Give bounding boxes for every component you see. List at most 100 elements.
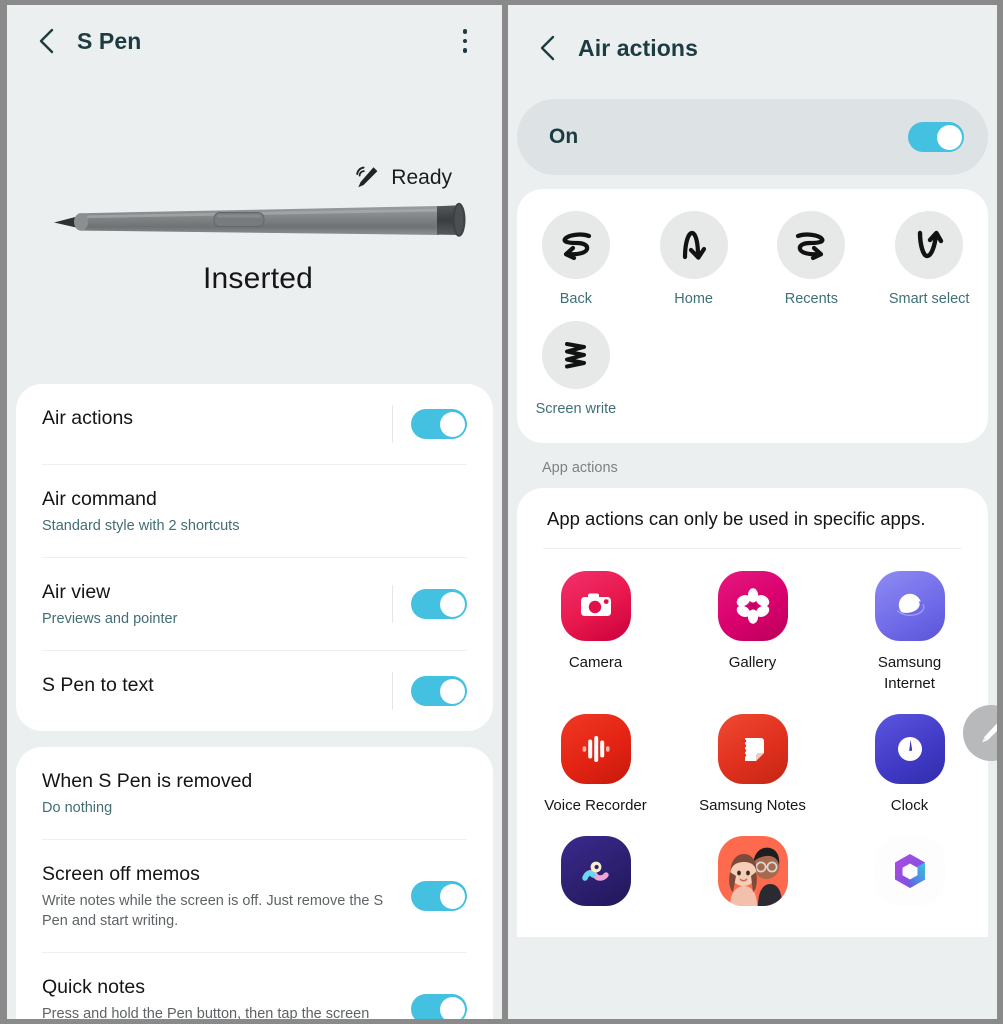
air-actions-toggle[interactable] bbox=[411, 409, 467, 439]
app-icon-wrap bbox=[560, 836, 631, 906]
app-label: Clock bbox=[890, 797, 929, 814]
row-subtitle: Previews and pointer bbox=[42, 611, 178, 627]
gesture-icon-wrap bbox=[541, 211, 610, 279]
app-icon-wrap bbox=[874, 571, 945, 641]
s-pen-ready-status: Ready bbox=[352, 163, 452, 193]
more-vertical-icon-dot bbox=[462, 48, 468, 53]
gesture-arrow-right-icon bbox=[796, 232, 825, 261]
app-item-gallery[interactable]: Gallery bbox=[674, 571, 831, 714]
waveform-glyph bbox=[582, 736, 610, 762]
row-title: Air actions bbox=[42, 407, 134, 429]
grid-empty-cell bbox=[870, 321, 988, 431]
gesture-item-recents[interactable]: Recents bbox=[753, 211, 871, 321]
samsung-notes-app-icon bbox=[717, 714, 788, 784]
row-text: Air actions bbox=[42, 405, 392, 431]
internet-globe-app-icon bbox=[874, 571, 945, 641]
row-title: Screen off memos bbox=[42, 863, 200, 885]
gesture-item-back[interactable]: Back bbox=[517, 211, 635, 321]
grid-empty-cell bbox=[753, 321, 871, 431]
gesture-icon-wrap bbox=[659, 211, 728, 279]
s-pen-illustration bbox=[7, 192, 502, 252]
clock-app-icon bbox=[874, 714, 945, 784]
row-subtitle: Standard style with 2 shortcuts bbox=[42, 518, 240, 534]
gesture-icon-wrap bbox=[777, 211, 846, 279]
app-item-microsoft-office[interactable] bbox=[831, 836, 988, 937]
gesture-item-screen-write[interactable]: Screen write bbox=[517, 321, 635, 431]
gesture-arrow-left-icon bbox=[562, 232, 591, 261]
row-text: S Pen to text bbox=[42, 672, 392, 698]
setting-row-when-s-pen-removed[interactable]: When S Pen is removed Do nothing bbox=[42, 747, 467, 839]
back-button[interactable] bbox=[29, 24, 63, 58]
gesture-label: Recents bbox=[784, 291, 838, 307]
air-view-toggle[interactable] bbox=[411, 589, 467, 619]
gesture-icon-wrap bbox=[541, 321, 610, 389]
app-item-camera[interactable]: Camera bbox=[517, 571, 674, 714]
gesture-actions-card: Back Home Recents Smart select Screen wr… bbox=[517, 189, 988, 443]
card-gap bbox=[7, 731, 502, 747]
setting-row-air-command[interactable]: Air command Standard style with 2 shortc… bbox=[42, 464, 467, 557]
app-item-ar-doodle[interactable] bbox=[517, 836, 674, 937]
app-icon-wrap bbox=[717, 571, 788, 641]
app-icon-wrap bbox=[874, 836, 945, 906]
doodle-squiggle-glyph bbox=[581, 861, 609, 881]
app-label: Gallery bbox=[728, 654, 777, 671]
row-title: Air view bbox=[42, 581, 111, 603]
left-panel-s-pen-settings: S Pen Ready Inserted Air actions Air com… bbox=[0, 0, 502, 1024]
setting-row-screen-off-memos[interactable]: Screen off memos Write notes while the s… bbox=[42, 839, 467, 952]
gesture-label: Back bbox=[559, 291, 592, 307]
section-label-app-actions: App actions bbox=[508, 443, 997, 488]
setting-row-s-pen-to-text[interactable]: S Pen to text bbox=[42, 650, 467, 731]
quick-notes-toggle[interactable] bbox=[411, 994, 467, 1019]
voice-recorder-app-icon bbox=[560, 714, 631, 784]
row-title: When S Pen is removed bbox=[42, 770, 253, 792]
row-divider bbox=[392, 405, 393, 443]
gesture-item-smart-select[interactable]: Smart select bbox=[870, 211, 988, 321]
master-switch-label: On bbox=[549, 125, 579, 148]
row-text: Screen off memos Write notes while the s… bbox=[42, 861, 411, 931]
row-control bbox=[411, 994, 467, 1019]
chevron-left-icon bbox=[39, 28, 54, 54]
row-divider bbox=[392, 672, 393, 710]
gesture-arrow-up-down-icon bbox=[682, 230, 706, 260]
row-text: Air command Standard style with 2 shortc… bbox=[42, 486, 467, 536]
screen-off-memos-toggle[interactable] bbox=[411, 881, 467, 911]
row-control bbox=[411, 881, 467, 911]
app-item-samsung-internet[interactable]: Samsung Internet bbox=[831, 571, 988, 714]
row-subtitle: Write notes while the screen is off. Jus… bbox=[42, 893, 384, 929]
app-actions-card: App actions can only be used in specific… bbox=[517, 488, 988, 937]
gesture-item-home[interactable]: Home bbox=[635, 211, 753, 321]
more-options-button[interactable] bbox=[450, 20, 480, 62]
ar-emoji-app-icon bbox=[717, 836, 788, 906]
row-title: Quick notes bbox=[42, 976, 145, 998]
setting-row-quick-notes[interactable]: Quick notes Press and hold the Pen butto… bbox=[42, 952, 467, 1019]
setting-row-air-actions[interactable]: Air actions bbox=[42, 384, 467, 464]
s-pen-feature-card-2: When S Pen is removed Do nothing Screen … bbox=[16, 747, 493, 1019]
row-text: Air view Previews and pointer bbox=[42, 579, 392, 629]
clock-face-glyph bbox=[897, 737, 922, 761]
app-icon-wrap bbox=[560, 571, 631, 641]
app-item-voice-recorder[interactable]: Voice Recorder bbox=[517, 714, 674, 836]
air-actions-master-switch-row[interactable]: On bbox=[517, 99, 988, 175]
app-icon-wrap bbox=[874, 714, 945, 784]
pen-icon bbox=[982, 723, 997, 743]
app-label: Voice Recorder bbox=[544, 797, 647, 814]
chevron-left-icon bbox=[540, 35, 555, 61]
app-item-samsung-notes[interactable]: Samsung Notes bbox=[674, 714, 831, 836]
row-control bbox=[411, 409, 467, 439]
gesture-zigzag-icon bbox=[564, 342, 586, 369]
notes-page-glyph bbox=[741, 738, 764, 761]
s-pen-stylus-illustration bbox=[54, 202, 466, 237]
dual-panel-screenshot: S Pen Ready Inserted Air actions Air com… bbox=[0, 0, 1003, 1024]
more-vertical-icon-dot bbox=[462, 29, 468, 34]
row-title: S Pen to text bbox=[42, 674, 154, 696]
back-button[interactable] bbox=[530, 31, 564, 65]
app-item-ar-emoji[interactable] bbox=[674, 836, 831, 937]
grid-empty-cell bbox=[635, 321, 753, 431]
setting-row-air-view[interactable]: Air view Previews and pointer bbox=[42, 557, 467, 650]
air-actions-master-toggle[interactable] bbox=[908, 122, 964, 152]
gesture-v-up-icon bbox=[917, 230, 944, 259]
app-grid: Camera Gallery Samsung Internet Voice Re… bbox=[517, 549, 988, 937]
s-pen-to-text-toggle[interactable] bbox=[411, 676, 467, 706]
right-header: Air actions bbox=[508, 5, 997, 91]
app-icon-wrap bbox=[717, 714, 788, 784]
